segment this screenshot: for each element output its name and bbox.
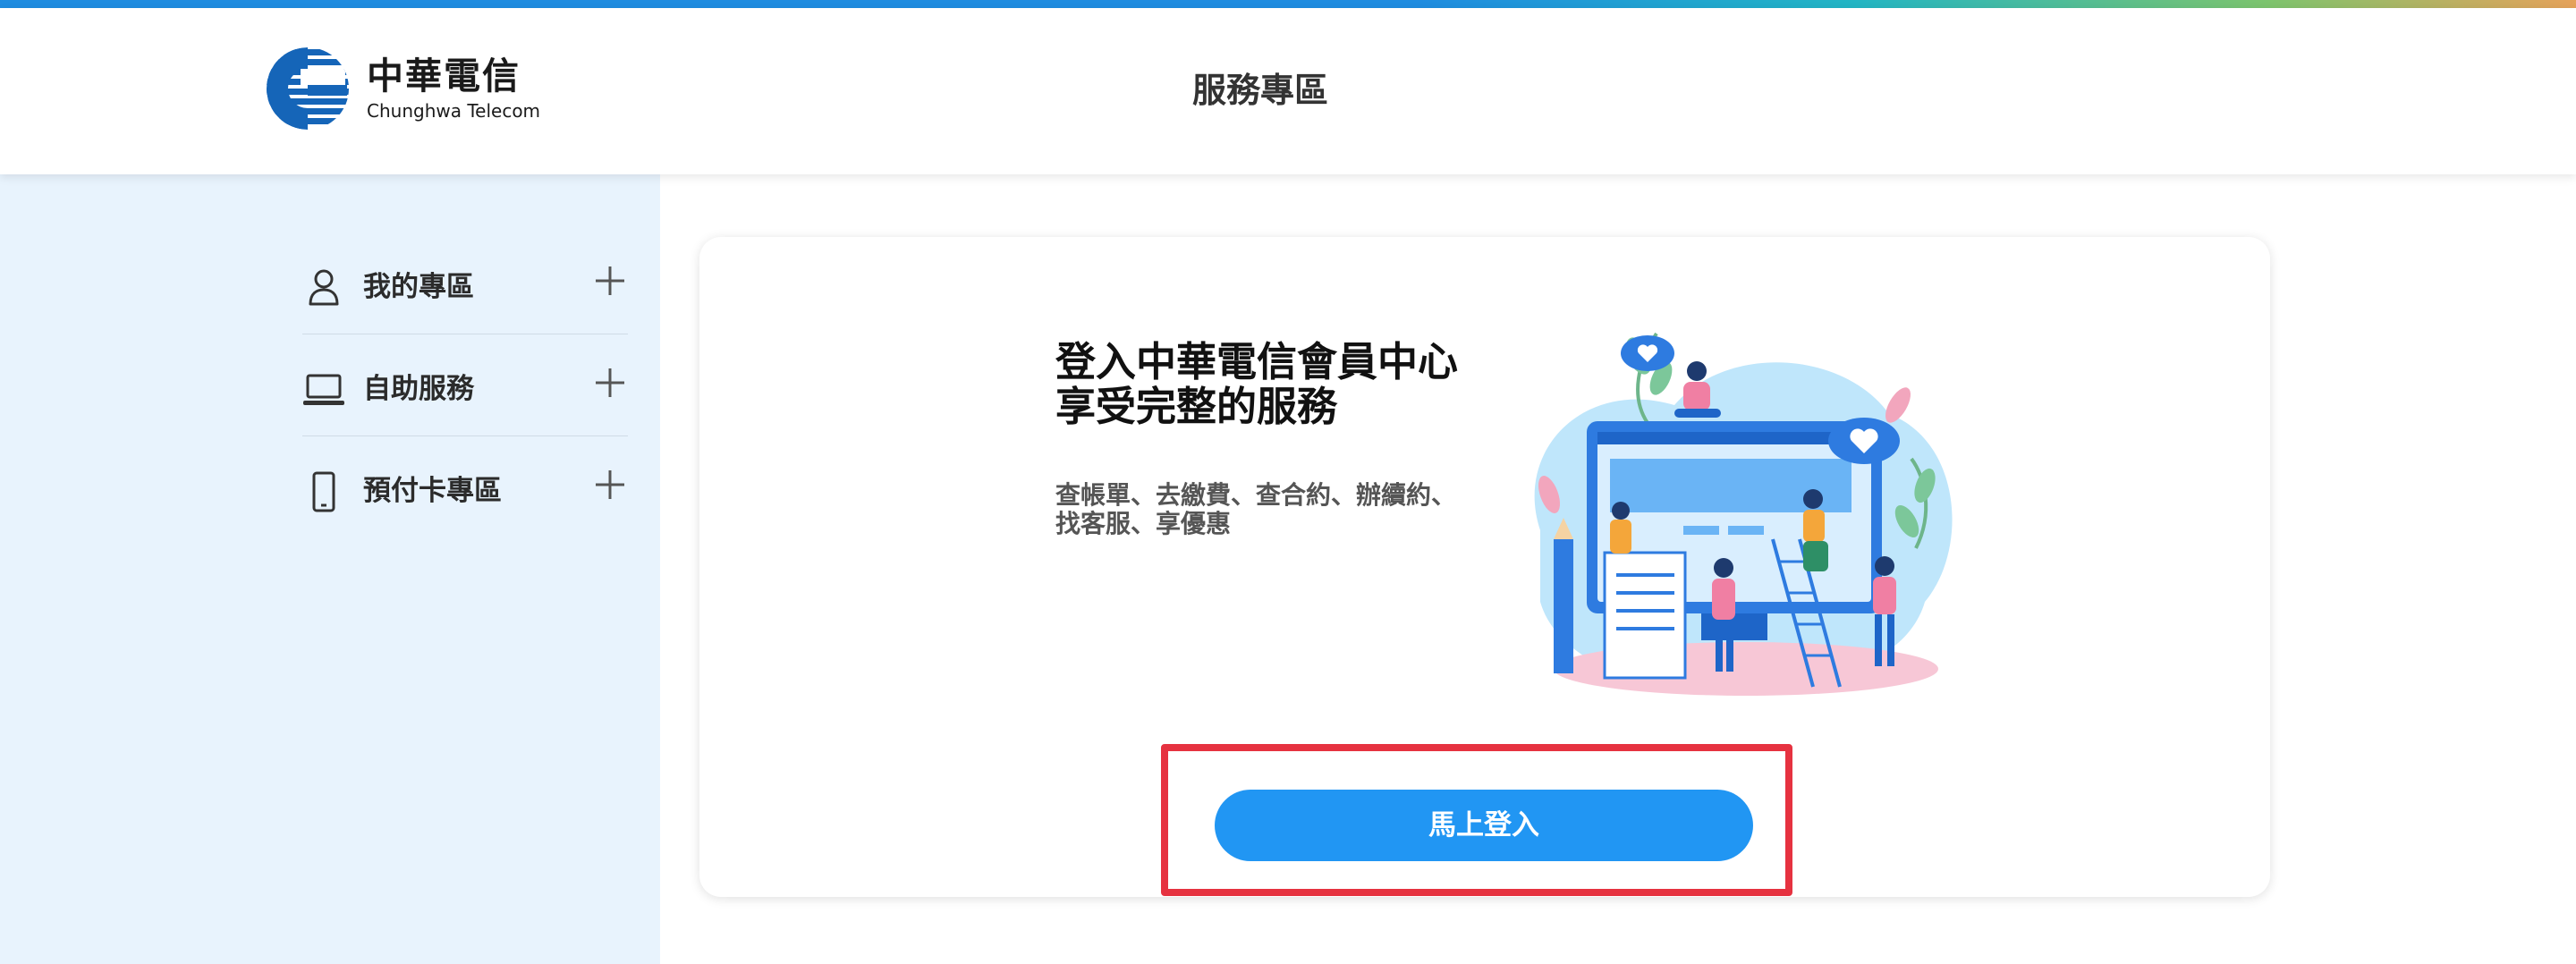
plus-icon[interactable] bbox=[592, 365, 628, 401]
logo-english-name: Chunghwa Telecom bbox=[367, 100, 541, 122]
sidebar-item-label: 預付卡專區 bbox=[363, 475, 502, 507]
header: 中華電信 Chunghwa Telecom 服務專區 bbox=[0, 8, 2576, 174]
card-title: 登入中華電信會員中心 享受完整的服務 bbox=[1055, 340, 1458, 429]
login-now-button[interactable]: 馬上登入 bbox=[1215, 790, 1753, 861]
card-subtitle: 查帳單、去繳費、查合約、辦續約、 找客服、享優惠 bbox=[1055, 481, 1503, 538]
mobile-phone-icon bbox=[312, 471, 335, 512]
sidebar: 我的專區 自助服務 預付卡專區 bbox=[0, 174, 660, 964]
sidebar-item-self-service[interactable]: 自助服務 bbox=[302, 334, 628, 436]
logo[interactable]: 中華電信 Chunghwa Telecom bbox=[265, 44, 540, 133]
plus-icon[interactable] bbox=[592, 467, 628, 503]
sidebar-item-label: 自助服務 bbox=[363, 373, 474, 405]
card-subtitle-line: 查帳單、去繳費、查合約、辦續約、 bbox=[1055, 480, 1457, 510]
sidebar-item-my-area[interactable]: 我的專區 bbox=[302, 233, 628, 334]
member-center-illustration bbox=[1534, 332, 1953, 696]
card-subtitle-line: 找客服、享優惠 bbox=[1055, 509, 1232, 538]
chunghwa-logo-icon bbox=[267, 47, 349, 130]
top-gradient-stripe bbox=[0, 0, 2576, 8]
sidebar-item-label: 我的專區 bbox=[363, 271, 474, 303]
sidebar-item-prepaid[interactable]: 預付卡專區 bbox=[302, 436, 628, 538]
card-title-line: 享受完整的服務 bbox=[1055, 383, 1338, 430]
card-title-line: 登入中華電信會員中心 bbox=[1055, 338, 1459, 385]
laptop-icon bbox=[303, 374, 344, 405]
plus-icon[interactable] bbox=[592, 263, 628, 299]
page-title: 服務專區 bbox=[1191, 71, 1328, 110]
sidebar-menu: 我的專區 自助服務 預付卡專區 bbox=[302, 233, 628, 538]
logo-chinese-name: 中華電信 bbox=[367, 55, 521, 97]
user-icon bbox=[309, 269, 339, 306]
